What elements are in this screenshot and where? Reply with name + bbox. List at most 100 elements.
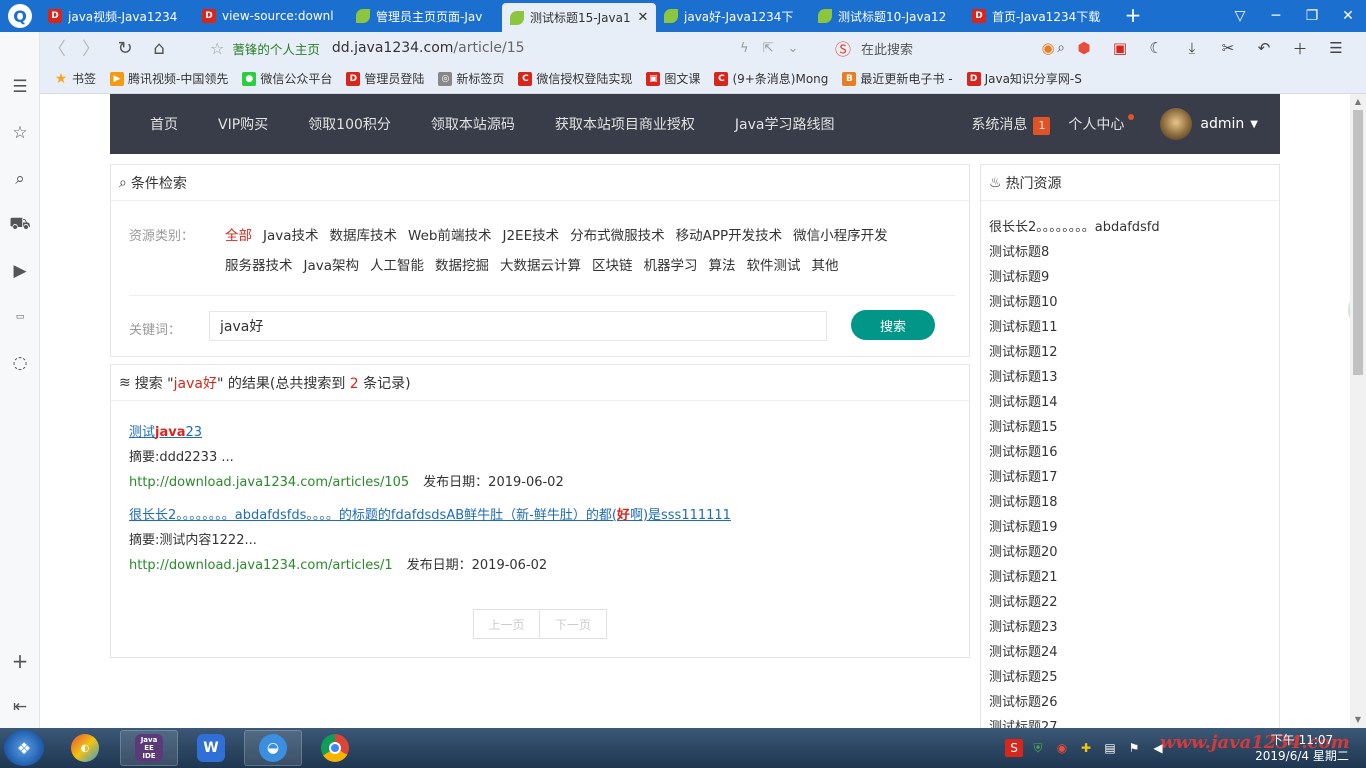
- taskbar-app-chrome[interactable]: [306, 730, 364, 766]
- browser-tab[interactable]: Djava视频-Java1234: [40, 0, 194, 32]
- add-icon[interactable]: +: [0, 646, 40, 676]
- hot-resource-item[interactable]: 测试标题26: [989, 690, 1269, 715]
- site-nav-item[interactable]: Java学习路线图: [715, 114, 855, 134]
- scroll-up-icon[interactable]: ▲: [1350, 94, 1366, 110]
- category-item[interactable]: 机器学习: [644, 251, 698, 281]
- bookmark-item[interactable]: ◎ 新标签页: [438, 70, 504, 87]
- category-item[interactable]: 全部: [225, 221, 252, 251]
- close-window-button[interactable]: ✕: [1330, 0, 1366, 32]
- category-item[interactable]: 服务器技术: [225, 251, 293, 281]
- home-button[interactable]: ⌂: [142, 32, 176, 64]
- category-item[interactable]: 算法: [709, 251, 736, 281]
- undo-icon[interactable]: ↶: [1246, 32, 1282, 64]
- profile-link[interactable]: 个人中心: [1068, 114, 1135, 134]
- category-item[interactable]: 微信小程序开发: [793, 221, 888, 251]
- live-icon[interactable]: ▭: [0, 302, 40, 332]
- flag-icon[interactable]: ⚑: [1125, 739, 1143, 757]
- extension-icon[interactable]: ⬢: [1066, 32, 1102, 64]
- category-item[interactable]: Web前端技术: [408, 221, 491, 251]
- search-icon[interactable]: ⌕: [0, 164, 40, 194]
- category-item[interactable]: 软件测试: [747, 251, 801, 281]
- category-item[interactable]: 数据库技术: [330, 221, 398, 251]
- network-icon[interactable]: ▤: [1101, 739, 1119, 757]
- reader-icon[interactable]: ☰: [0, 72, 40, 102]
- bookmark-item[interactable]: B 最近更新电子书 -: [842, 70, 953, 87]
- screenshot-icon[interactable]: ✂: [1210, 32, 1246, 64]
- hot-resource-item[interactable]: 测试标题25: [989, 665, 1269, 690]
- bookmark-item[interactable]: C (9+条消息)Mong: [714, 70, 828, 87]
- ime-icon[interactable]: S: [1005, 739, 1023, 757]
- browser-search-input[interactable]: 在此搜索: [861, 39, 1057, 58]
- hot-resource-item[interactable]: 测试标题12: [989, 340, 1269, 365]
- result-url[interactable]: http://download.java1234.com/articles/1: [129, 558, 393, 573]
- hot-resource-item[interactable]: 测试标题11: [989, 315, 1269, 340]
- category-item[interactable]: 人工智能: [370, 251, 424, 281]
- video-icon[interactable]: ▶: [0, 256, 40, 286]
- category-item[interactable]: 其他: [812, 251, 839, 281]
- category-item[interactable]: 移动APP开发技术: [676, 221, 783, 251]
- hot-resource-item[interactable]: 测试标题21: [989, 565, 1269, 590]
- category-item[interactable]: 区块链: [592, 251, 633, 281]
- taskbar-app-browser[interactable]: ◒: [244, 730, 302, 766]
- hot-resource-item[interactable]: 测试标题19: [989, 515, 1269, 540]
- category-item[interactable]: 分布式微服技术: [570, 221, 665, 251]
- chat-icon[interactable]: ◌: [0, 348, 40, 378]
- system-messages-link[interactable]: 系统消息 1: [971, 114, 1051, 135]
- hot-resource-item[interactable]: 测试标题17: [989, 465, 1269, 490]
- category-item[interactable]: Java架构: [304, 251, 360, 281]
- next-page-button[interactable]: 下一页: [540, 609, 607, 639]
- result-title-link[interactable]: 很长长2。。。。。。。。abdafdsfds。。。。的标题的fdafdsdsAB…: [129, 504, 959, 523]
- keyword-input[interactable]: [209, 311, 827, 341]
- menu-icon[interactable]: ☰: [1318, 32, 1354, 64]
- collapse-icon[interactable]: ⇤: [0, 692, 40, 722]
- back-button[interactable]: 〈: [40, 32, 74, 64]
- browser-logo[interactable]: Q: [0, 0, 40, 32]
- hot-resource-item[interactable]: 很长长2。。。。。。。。abdafdsfd: [989, 215, 1269, 240]
- hot-resource-item[interactable]: 测试标题16: [989, 440, 1269, 465]
- result-title-link[interactable]: 测试java23: [129, 421, 959, 440]
- forward-button[interactable]: 〉: [74, 32, 108, 64]
- browser-tab[interactable]: java好-Java1234下: [656, 0, 810, 32]
- bookmarks-root[interactable]: ★ 书签: [54, 70, 96, 87]
- url-box[interactable]: ☆ 蓍锋的个人主页 dd.java1234.com/article/15: [210, 35, 830, 61]
- pen-icon[interactable]: ▣: [1102, 32, 1138, 64]
- browser-tab[interactable]: D 首页-Java1234下载: [964, 0, 1118, 32]
- taskbar-app-media[interactable]: ◐: [56, 730, 114, 766]
- bookmark-star-icon[interactable]: ☆: [210, 39, 224, 58]
- flash-icon[interactable]: ϟ: [740, 41, 749, 56]
- restore-button[interactable]: ❐: [1294, 0, 1330, 32]
- antivirus-icon[interactable]: ◉: [1053, 739, 1071, 757]
- site-nav-item[interactable]: VIP购买: [198, 114, 288, 134]
- browser-tab[interactable]: 管理员主页页面-Jav: [348, 0, 502, 32]
- close-tab-icon[interactable]: ✕: [636, 10, 650, 25]
- game-icon[interactable]: ◉: [1030, 32, 1066, 64]
- site-nav-item[interactable]: 领取100积分: [288, 114, 411, 134]
- hot-resource-item[interactable]: 测试标题14: [989, 390, 1269, 415]
- bookmark-item[interactable]: ▣ 图文课: [646, 70, 700, 87]
- hot-resource-item[interactable]: 测试标题13: [989, 365, 1269, 390]
- scrollbar-thumb[interactable]: [1353, 110, 1363, 375]
- minimize-button[interactable]: ─: [1258, 0, 1294, 32]
- clock[interactable]: 下午 11:07 2019/6/4 星期二: [1252, 732, 1352, 764]
- hot-resource-item[interactable]: 测试标题18: [989, 490, 1269, 515]
- url-text[interactable]: dd.java1234.com/article/15: [332, 40, 525, 56]
- new-tab-button[interactable]: +: [1122, 4, 1144, 26]
- hot-resource-item[interactable]: 测试标题24: [989, 640, 1269, 665]
- chevron-down-icon[interactable]: ⌄: [787, 41, 798, 56]
- shield-icon[interactable]: ⛨: [1029, 739, 1047, 757]
- bookmark-item[interactable]: D Java知识分享网-S: [966, 70, 1082, 87]
- search-engine-icon[interactable]: Ⓢ: [835, 36, 851, 60]
- result-url[interactable]: http://download.java1234.com/articles/10…: [129, 475, 409, 490]
- scroll-down-icon[interactable]: ▼: [1350, 712, 1366, 728]
- page-scrollbar[interactable]: ▲ ▼: [1350, 94, 1366, 728]
- site-nav-item[interactable]: 首页: [110, 114, 198, 134]
- hot-resource-item[interactable]: 测试标题27: [989, 715, 1269, 728]
- add-icon[interactable]: ＋: [1282, 32, 1318, 64]
- favorites-icon[interactable]: ☆: [0, 118, 40, 148]
- category-item[interactable]: 数据挖掘: [435, 251, 489, 281]
- category-item[interactable]: Java技术: [263, 221, 319, 251]
- taskbar-app-wps[interactable]: W: [182, 730, 240, 766]
- volume-icon[interactable]: ◀: [1149, 739, 1167, 757]
- download-icon[interactable]: ⤓: [1174, 32, 1210, 64]
- site-nav-item[interactable]: 领取本站源码: [411, 114, 535, 134]
